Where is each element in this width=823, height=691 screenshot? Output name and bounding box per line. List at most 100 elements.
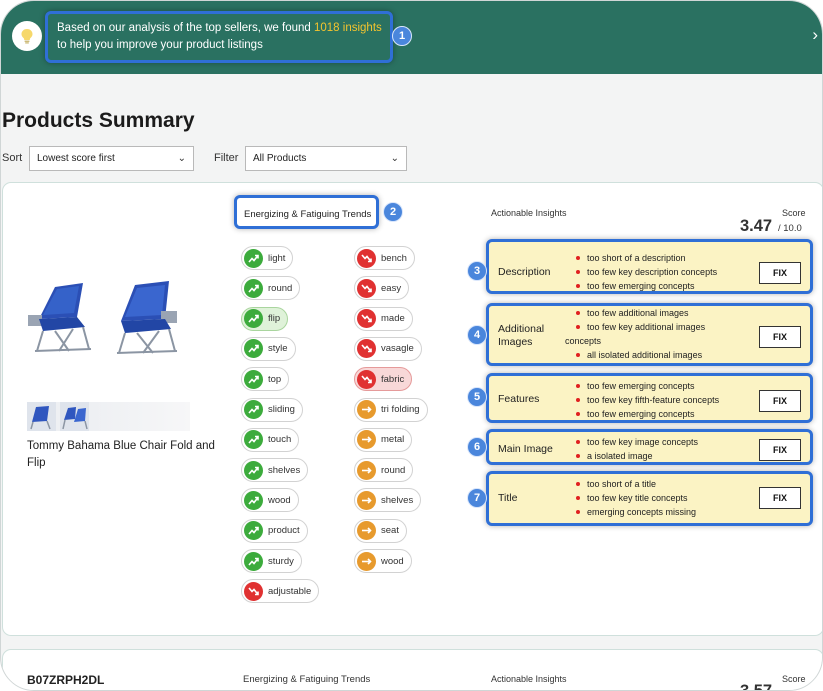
banner-text-start: Based on our analysis of the top sellers… (57, 22, 314, 34)
trend-down-icon (357, 278, 376, 298)
trend-chip-label: bench (381, 252, 407, 264)
trend-up-icon (244, 490, 263, 510)
insight-issue: too few additional images (576, 306, 705, 320)
trend-chip-label: touch (268, 434, 292, 446)
insight-issue: too short of a description (576, 251, 717, 265)
annotation-badge-1: 1 (392, 26, 412, 46)
fix-button[interactable]: FIX (759, 326, 801, 348)
insights-title: Actionable Insights (491, 208, 567, 218)
fix-button[interactable]: FIX (759, 487, 801, 509)
trend-chip[interactable]: touch (241, 427, 300, 452)
trend-flat-icon (357, 490, 376, 510)
trend-chip[interactable]: wood (241, 488, 299, 513)
trend-chip[interactable]: sturdy (241, 549, 302, 573)
trend-chip-label: made (381, 313, 405, 325)
trend-chip[interactable]: flip (241, 306, 289, 331)
trend-down-icon (357, 248, 376, 268)
trend-down-icon (357, 339, 376, 359)
trend-chip[interactable]: adjustable (241, 579, 320, 604)
insight-issues: too few emerging concepts too few key fif… (576, 379, 719, 421)
trend-chip[interactable]: seat (354, 518, 407, 543)
trend-flat-icon (357, 521, 376, 541)
fix-button[interactable]: FIX (759, 390, 801, 412)
filter-select[interactable]: All Products ⌄ (245, 146, 407, 171)
filter-label: Filter (214, 152, 239, 164)
trend-chip-label: tri folding (381, 404, 420, 415)
trend-chip[interactable]: bench (354, 246, 415, 270)
insight-issue: too few emerging concepts (576, 279, 717, 293)
insight-issue: too few key image concepts (576, 435, 698, 449)
trend-chip[interactable]: vasagle (354, 336, 422, 361)
insight-issue: too few emerging concepts (576, 407, 719, 421)
trend-chip[interactable]: style (241, 336, 296, 361)
trend-chip-label: sliding (268, 404, 295, 415)
banner-text-end: to help you improve your product listing… (57, 38, 263, 51)
insight-issue: a isolated image (576, 449, 698, 463)
trend-chip[interactable]: product (241, 518, 308, 543)
fix-button[interactable]: FIX (759, 262, 801, 284)
next-insights-title: Actionable Insights (491, 674, 567, 684)
trend-chip[interactable]: easy (354, 276, 410, 301)
trend-chip-label: shelves (268, 464, 301, 476)
trend-up-icon (244, 460, 263, 480)
insight-issue: too short of a title (576, 477, 696, 491)
product-name[interactable]: Tommy Bahama Blue Chair Fold and Flip (27, 438, 217, 472)
trend-chip[interactable]: round (354, 458, 414, 483)
trend-chip[interactable]: metal (354, 427, 413, 452)
trend-chip[interactable]: fabric (354, 367, 413, 392)
insight-card-features: Features too few emerging concepts too few… (486, 373, 813, 423)
sort-select[interactable]: Lowest score first ⌄ (29, 146, 194, 171)
trend-up-icon (244, 369, 263, 389)
trend-chip-label: style (268, 343, 288, 355)
banner-message: Based on our analysis of the top sellers… (45, 11, 393, 63)
trend-up-icon (244, 248, 263, 268)
chevron-down-icon: ⌄ (177, 153, 186, 164)
product-image[interactable] (25, 279, 193, 357)
trend-chip-label: adjustable (268, 585, 312, 597)
chevron-right-icon[interactable]: › (812, 26, 818, 43)
trend-chip-label: round (381, 464, 406, 476)
trend-chip[interactable]: light (241, 246, 294, 270)
insight-name: Title (498, 492, 518, 504)
insights-banner[interactable]: Based on our analysis of the top sellers… (1, 1, 822, 74)
insight-issue: too few key title concepts (576, 491, 696, 505)
filter-select-value: All Products (253, 153, 307, 164)
sort-select-value: Lowest score first (37, 153, 115, 164)
trend-chip[interactable]: wood (354, 549, 412, 573)
page-title: Products Summary (2, 109, 195, 132)
trend-up-icon (244, 309, 263, 329)
thumbnail-2[interactable] (60, 402, 89, 431)
trend-chip-label: seat (381, 525, 399, 537)
trend-chip[interactable]: shelves (241, 458, 309, 483)
trend-chip-label: fabric (381, 373, 405, 385)
trend-chip-label: shelves (381, 494, 414, 506)
trend-chip[interactable]: top (241, 367, 290, 392)
trend-chip[interactable]: sliding (241, 397, 303, 422)
trend-chip[interactable]: round (241, 276, 301, 301)
trend-chip-label: light (268, 252, 286, 264)
trend-chip[interactable]: shelves (354, 488, 422, 513)
thumbnail-1[interactable] (27, 402, 56, 431)
fix-button[interactable]: FIX (759, 439, 801, 461)
next-product-id[interactable]: B07ZRPH2DL (27, 673, 104, 687)
trend-chip[interactable]: tri folding (354, 397, 428, 422)
annotation-badge-3: 3 (467, 261, 487, 281)
trend-flat-icon (357, 400, 376, 419)
trend-chip-label: metal (381, 434, 405, 446)
insight-issue: concepts (565, 336, 602, 346)
trend-chip-label: easy (381, 282, 402, 294)
insight-issue: too few key additional images (576, 320, 705, 334)
trend-chip-label: sturdy (268, 555, 294, 567)
trend-flat-icon (357, 430, 376, 450)
trend-down-icon (244, 581, 263, 601)
insights-count-link[interactable]: 1018 insights (314, 22, 382, 34)
annotation-badge-7: 7 (467, 488, 487, 508)
trend-chip-label: product (268, 525, 300, 537)
annotation-badge-5: 5 (467, 387, 487, 407)
insight-issues: too short of a description too few key de… (576, 251, 717, 293)
insight-card-title: Title too short of a title too few key tit… (486, 471, 813, 526)
insight-issues: too few additional images too few key add… (565, 306, 705, 362)
trend-flat-icon (357, 460, 376, 480)
insight-name: Main Image (498, 443, 553, 455)
trend-chip[interactable]: made (354, 306, 413, 331)
